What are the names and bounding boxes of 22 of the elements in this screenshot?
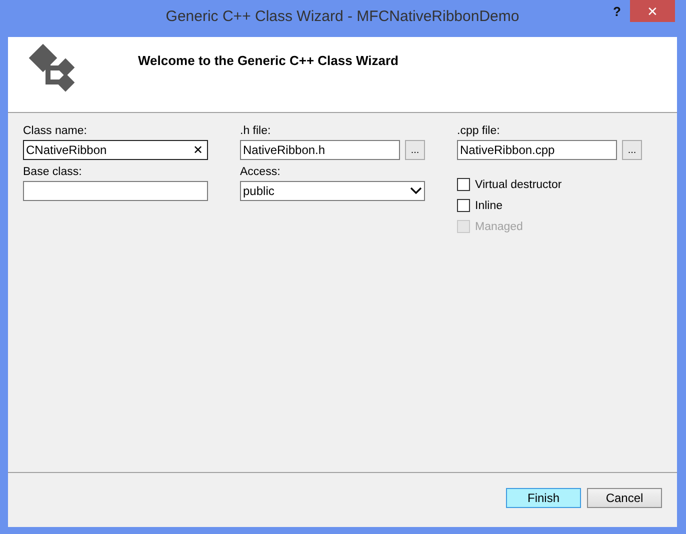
checkbox-option[interactable]: Inline xyxy=(457,199,642,212)
field-label: .cpp file: xyxy=(457,125,501,137)
chevron-down-icon xyxy=(410,187,422,195)
text-field[interactable]: NativeRibbon.cpp xyxy=(457,140,617,160)
field-label: Base class: xyxy=(23,166,83,178)
clear-button[interactable]: ✕ xyxy=(191,143,205,157)
field-label: Class name: xyxy=(23,125,88,137)
access-dropdown[interactable]: public xyxy=(240,181,425,201)
text-field[interactable]: NativeRibbon.h xyxy=(240,140,400,160)
text-field[interactable]: CNativeRibbon ✕ xyxy=(23,140,208,160)
browse-button[interactable]: ... xyxy=(622,140,642,160)
wizard-heading: Welcome to the Generic C++ Class Wizard xyxy=(138,53,398,68)
browse-button[interactable]: ... xyxy=(405,140,425,160)
field-label: .h file: xyxy=(240,125,272,137)
close-button[interactable]: ✕ xyxy=(630,0,675,22)
text-field[interactable] xyxy=(23,181,208,201)
field-label: Access: xyxy=(240,166,282,178)
dialog-button[interactable]: Cancel xyxy=(587,488,662,508)
checkbox-option[interactable]: Virtual destructor xyxy=(457,178,642,191)
dialog-button[interactable]: Finish xyxy=(506,488,581,508)
window-title: Generic C++ Class Wizard - MFCNativeRibbonDemo xyxy=(164,7,520,25)
help-button[interactable]: ? xyxy=(609,4,625,19)
